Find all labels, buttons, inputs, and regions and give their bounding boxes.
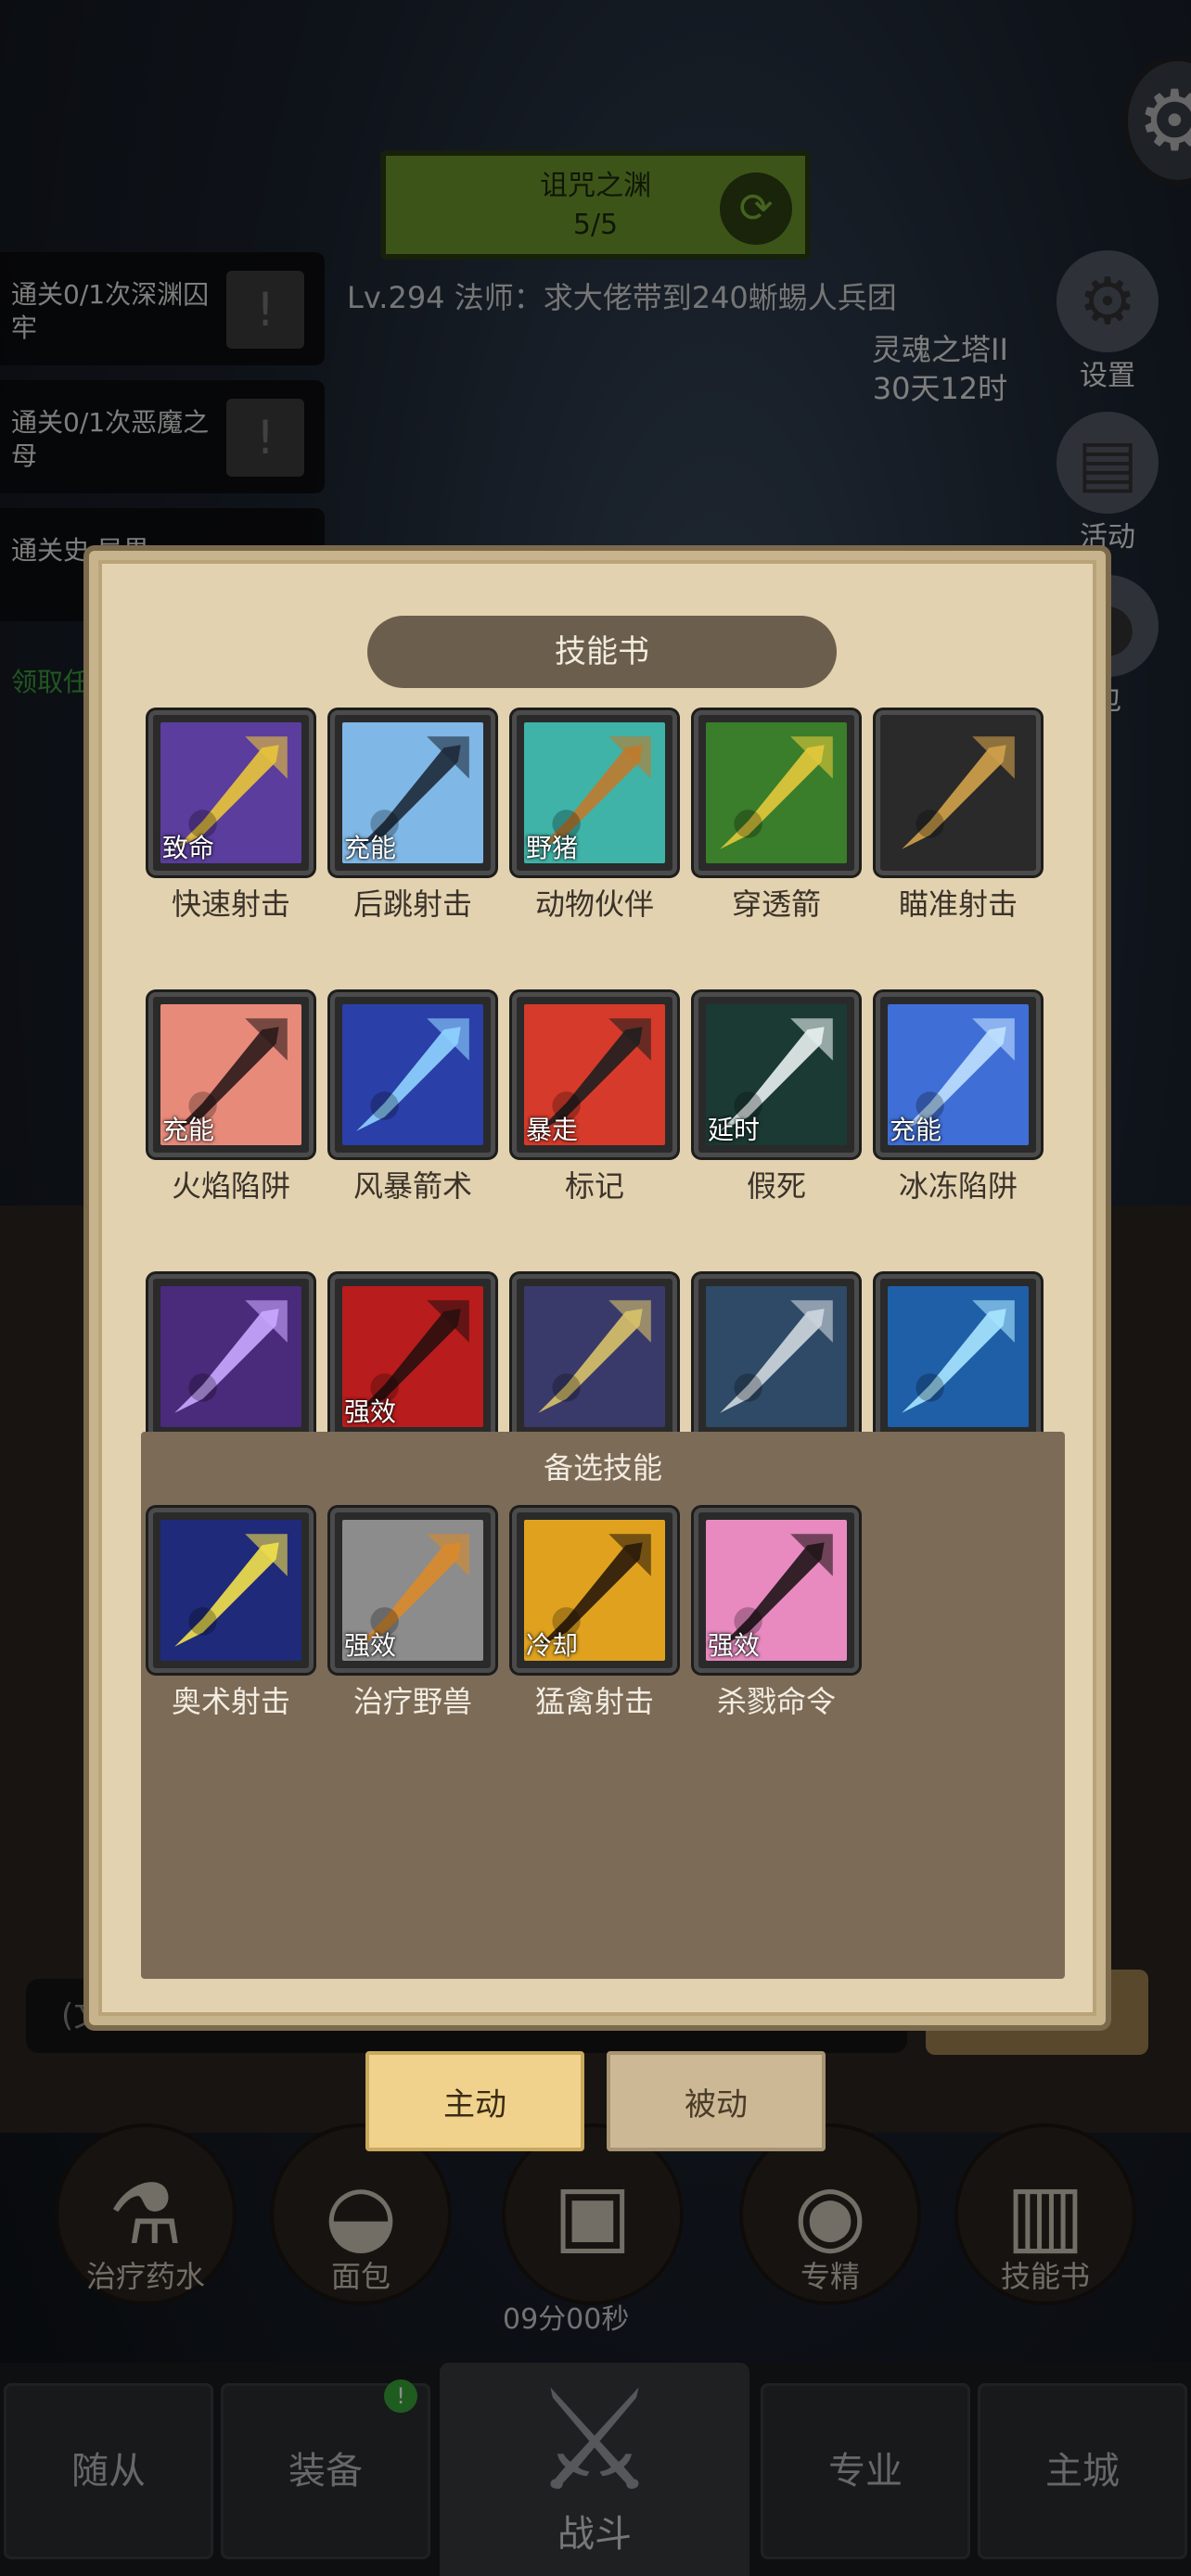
storm-arrows-icon — [342, 1004, 483, 1145]
skill-card[interactable]: 暴走标记 — [512, 992, 677, 1205]
skill-frame — [330, 992, 495, 1157]
skill-card[interactable]: 延时假死 — [694, 992, 859, 1205]
skill-tag: 延时 — [708, 1115, 761, 1145]
tab-passive-skills[interactable]: 被动 — [607, 2051, 826, 2151]
skill-card[interactable]: 穿透箭 — [694, 710, 859, 924]
skill-frame — [148, 1508, 314, 1673]
skill-name: 奥术射击 — [171, 1684, 290, 1719]
skill-card[interactable]: 强效杀戮命令 — [694, 1508, 859, 1721]
vortex-icon — [888, 1286, 1029, 1427]
skill-card[interactable]: 充能火焰陷阱 — [148, 992, 314, 1205]
skill-card[interactable]: 充能后跳射击 — [330, 710, 495, 924]
skill-name: 后跳射击 — [352, 886, 472, 922]
modal-title: 技能书 — [367, 616, 837, 688]
skill-name: 假死 — [746, 1168, 806, 1204]
tab-active-skills[interactable]: 主动 — [365, 2051, 584, 2151]
skill-frame: 充能 — [876, 992, 1041, 1157]
skill-frame — [694, 710, 859, 875]
skill-tag: 冷却 — [526, 1630, 579, 1661]
arcane-arrow-icon — [160, 1520, 301, 1661]
green-arrowhead-icon — [706, 722, 847, 863]
skill-tag: 暴走 — [526, 1115, 579, 1145]
skill-name: 冰冻陷阱 — [898, 1168, 1018, 1204]
skill-card[interactable]: 野猪动物伙伴 — [512, 710, 677, 924]
skill-frame: 强效 — [330, 1274, 495, 1439]
skill-name: 猛禽射击 — [534, 1684, 654, 1719]
skill-frame — [148, 1274, 314, 1439]
skill-name: 杀戮命令 — [716, 1684, 836, 1719]
skill-card[interactable]: 冷却猛禽射击 — [512, 1508, 677, 1721]
skill-tag: 致命 — [162, 833, 215, 863]
aim-arrow-icon — [888, 722, 1029, 863]
skill-name: 动物伙伴 — [534, 886, 654, 922]
skill-name: 治疗野兽 — [352, 1684, 472, 1719]
skill-tag: 充能 — [344, 833, 397, 863]
alternate-skill-grid: 奥术射击 强效 治疗野兽 冷却 猛禽射击 强效 杀戮命令 — [148, 1508, 1041, 1721]
skill-frame: 暴走 — [512, 992, 677, 1157]
skill-frame: 强效 — [694, 1508, 859, 1673]
skill-frame: 野猪 — [512, 710, 677, 875]
skill-tag: 充能 — [890, 1115, 942, 1145]
skill-frame: 延时 — [694, 992, 859, 1157]
barrage-icon — [524, 1286, 665, 1427]
skill-card[interactable]: 奥术射击 — [148, 1508, 314, 1721]
skill-card[interactable]: 瞄准射击 — [876, 710, 1041, 924]
skill-tag: 充能 — [162, 1115, 215, 1145]
skill-card[interactable]: 风暴箭术 — [330, 992, 495, 1205]
skill-frame — [694, 1274, 859, 1439]
skill-card[interactable]: 致命快速射击 — [148, 710, 314, 924]
active-skill-grid: 致命 快速射击 充能 后跳射击 野猪 动物伙伴 穿透箭 瞄准射击 充能 火焰陷阱 风暴箭术 暴走 标记延… — [148, 710, 1067, 1487]
skill-frame: 强效 — [330, 1508, 495, 1673]
skill-name: 穿透箭 — [731, 886, 821, 922]
skill-name: 快速射击 — [171, 886, 290, 922]
ready-spiral-icon — [706, 1286, 847, 1427]
skill-tag: 强效 — [344, 1396, 397, 1427]
skill-name: 风暴箭术 — [352, 1168, 472, 1204]
skill-frame — [876, 710, 1041, 875]
skill-name: 标记 — [564, 1168, 624, 1204]
skill-tag: 强效 — [344, 1630, 397, 1661]
skill-tag: 强效 — [708, 1630, 761, 1661]
skill-card[interactable]: 强效治疗野兽 — [330, 1508, 495, 1721]
skill-card[interactable]: 充能冰冻陷阱 — [876, 992, 1041, 1205]
skill-frame — [512, 1274, 677, 1439]
alternate-skills-panel: 备选技能 奥术射击 强效 治疗野兽 冷却 猛禽射击 强效 杀戮命令 — [141, 1432, 1065, 1979]
alt-skills-title: 备选技能 — [543, 1450, 662, 1486]
skill-name: 瞄准射击 — [898, 886, 1018, 922]
skill-frame: 充能 — [148, 992, 314, 1157]
double-shot-icon — [160, 1286, 301, 1427]
skill-frame — [876, 1274, 1041, 1439]
skill-frame: 充能 — [330, 710, 495, 875]
skill-frame: 致命 — [148, 710, 314, 875]
skill-book-modal: 技能书 致命 快速射击 充能 后跳射击 野猪 动物伙伴 穿透箭 瞄准射击 充能 火焰陷阱 风暴箭术暴… — [89, 551, 1106, 2025]
skill-frame: 冷却 — [512, 1508, 677, 1673]
skill-name: 火焰陷阱 — [171, 1168, 290, 1204]
skill-tag: 野猪 — [526, 833, 579, 863]
